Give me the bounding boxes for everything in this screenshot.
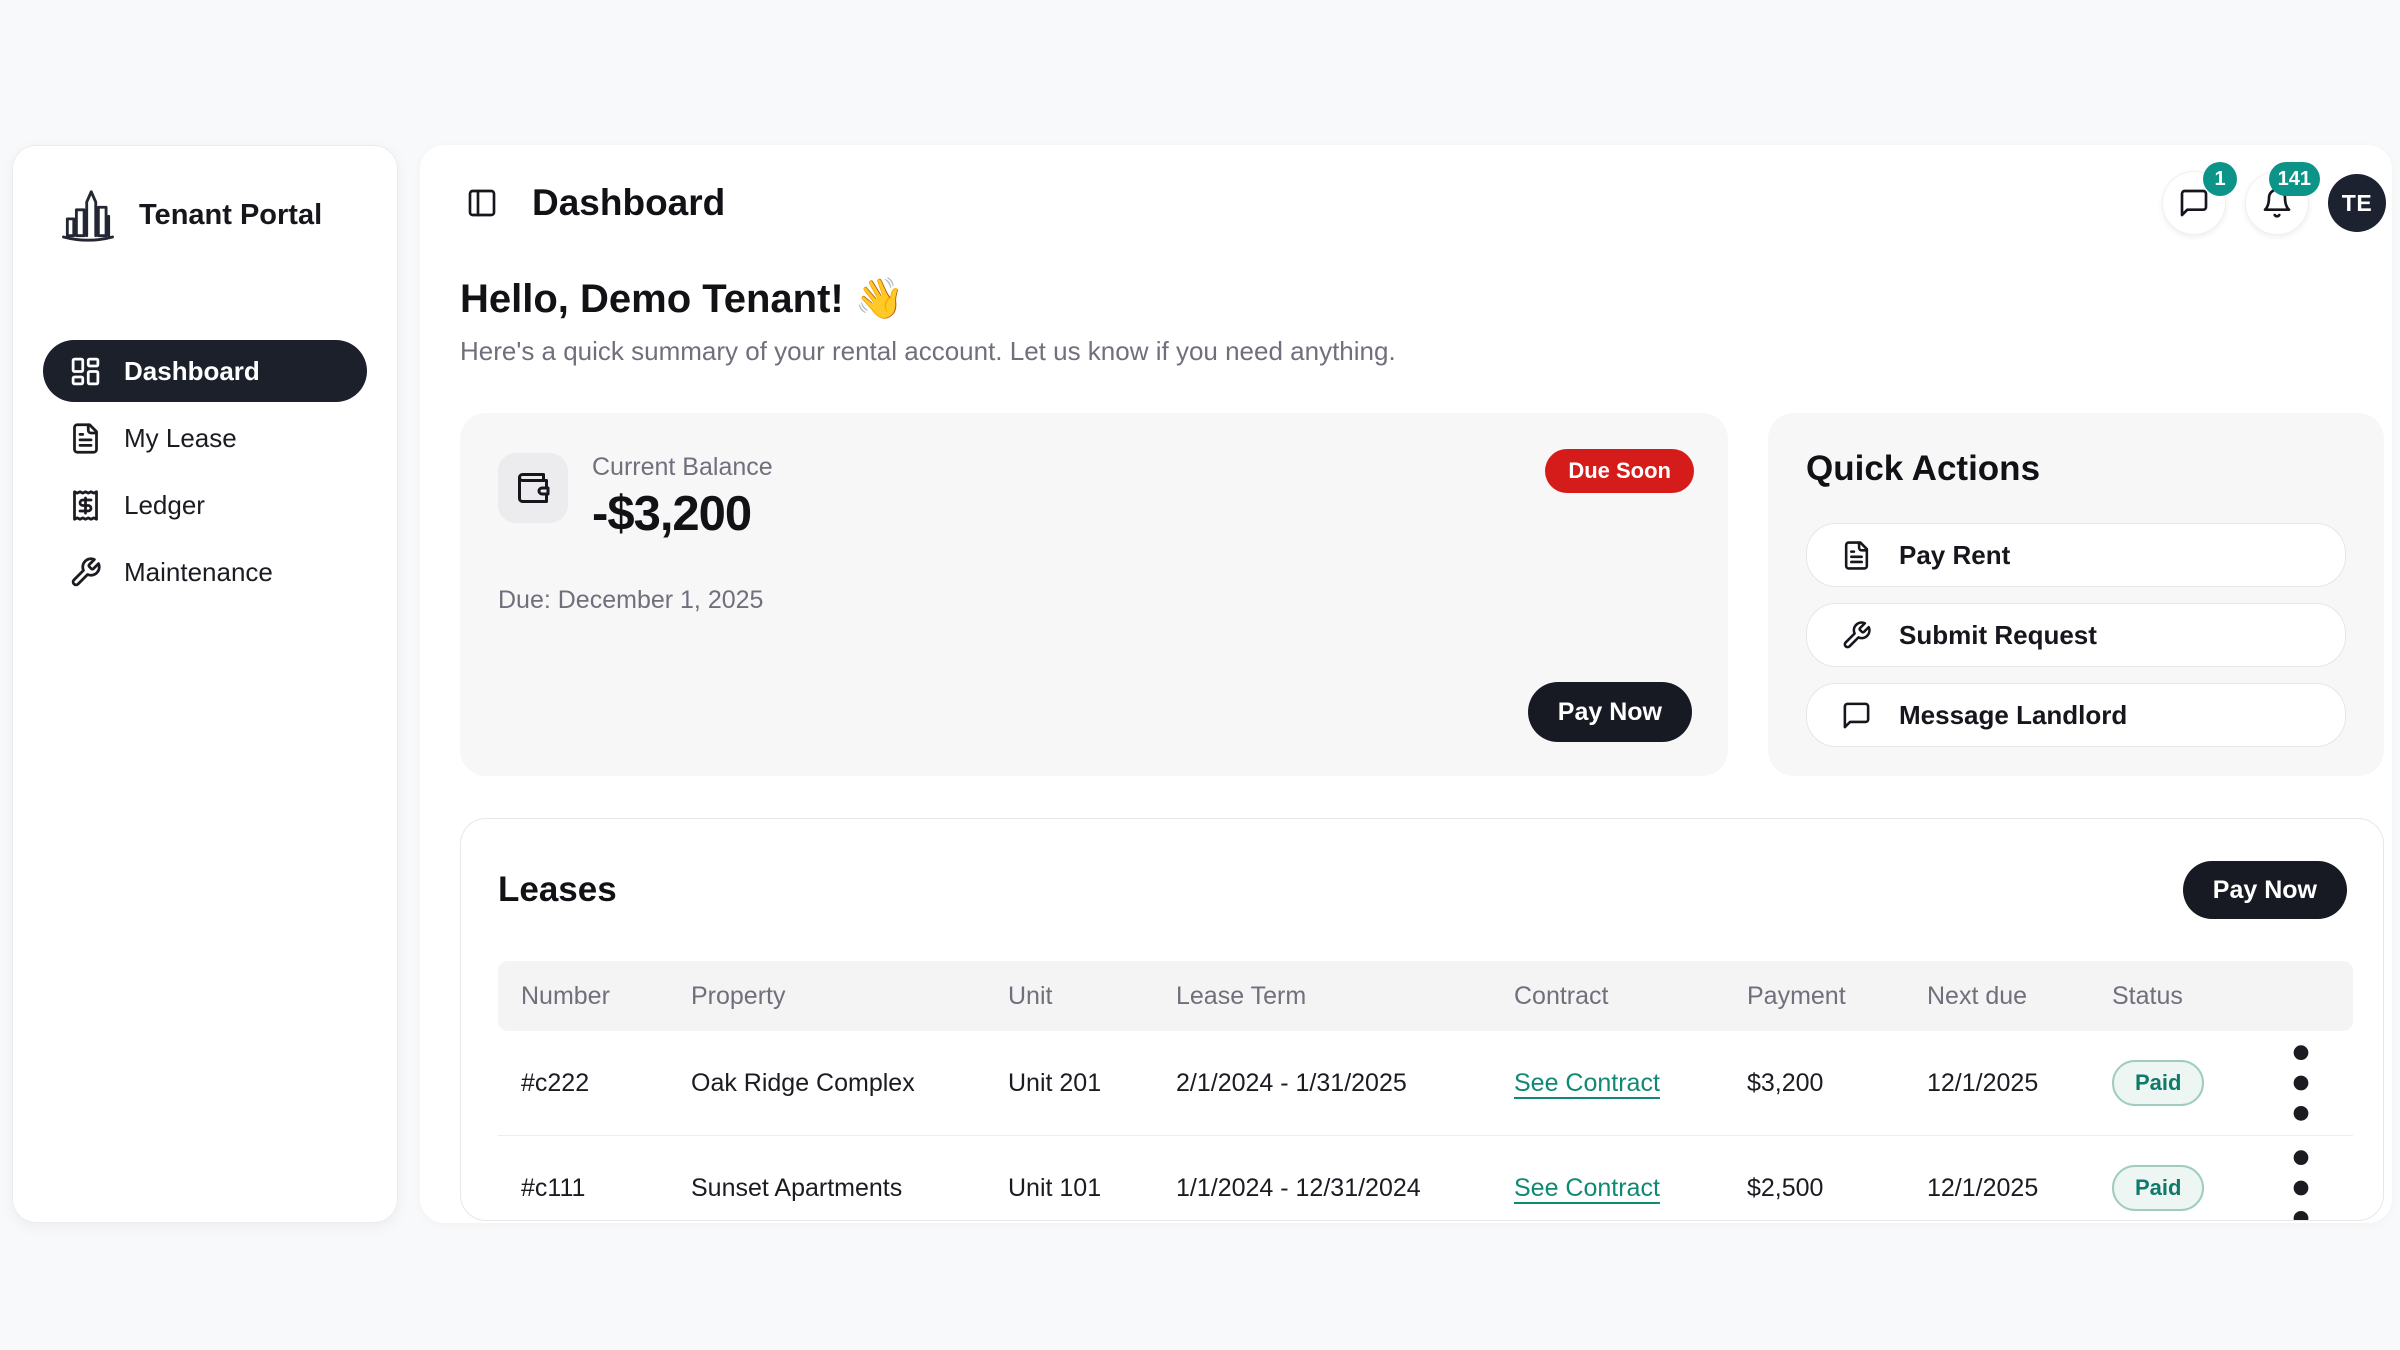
row-menu-kebab-icon[interactable] <box>2249 1136 2353 1221</box>
leases-table: Number Property Unit Lease Term Contract… <box>498 961 2353 1221</box>
status-badge: Paid <box>2112 1060 2204 1106</box>
submit-request-button[interactable]: Submit Request <box>1806 603 2346 667</box>
sidebar-nav: Dashboard My Lease Ledger <box>43 340 367 603</box>
lease-term: 2/1/2024 - 1/31/2025 <box>1153 1031 1491 1136</box>
lease-unit: Unit 101 <box>985 1136 1153 1222</box>
balance-top: Current Balance -$3,200 <box>498 453 1690 542</box>
balance-amount: -$3,200 <box>592 486 773 542</box>
message-square-icon <box>2178 187 2210 219</box>
greeting-text: Hello, Demo Tenant! <box>460 277 844 321</box>
sidebar-item-dashboard[interactable]: Dashboard <box>43 340 367 402</box>
submit-request-label: Submit Request <box>1899 620 2097 651</box>
quick-actions-title: Quick Actions <box>1806 449 2346 489</box>
lease-payment: $2,500 <box>1724 1136 1904 1222</box>
quick-actions-card: Quick Actions Pay Rent Submit Request <box>1768 413 2384 776</box>
layout-dashboard-icon <box>69 355 102 388</box>
file-text-icon <box>1841 540 1872 571</box>
brand: Tenant Portal <box>43 184 367 246</box>
lease-unit: Unit 201 <box>985 1031 1153 1136</box>
lease-next-due: 12/1/2025 <box>1904 1136 2089 1222</box>
pay-now-button[interactable]: Pay Now <box>1528 682 1692 742</box>
col-lease-term: Lease Term <box>1153 961 1491 1031</box>
see-contract-link[interactable]: See Contract <box>1514 1069 1660 1097</box>
message-landlord-button[interactable]: Message Landlord <box>1806 683 2346 747</box>
sidebar-item-label: Dashboard <box>124 356 260 387</box>
brand-name: Tenant Portal <box>139 199 322 232</box>
leases-pay-now-button[interactable]: Pay Now <box>2183 861 2347 919</box>
greeting-section: Hello, Demo Tenant! 👋 Here's a quick sum… <box>460 275 2352 367</box>
table-row: #c111 Sunset Apartments Unit 101 1/1/202… <box>498 1136 2353 1222</box>
greeting-title: Hello, Demo Tenant! 👋 <box>460 275 2352 322</box>
lease-property: Oak Ridge Complex <box>668 1031 985 1136</box>
wave-emoji: 👋 <box>855 277 905 321</box>
sidebar-item-label: Ledger <box>124 490 205 521</box>
leases-card: Leases Pay Now Number Property Unit Leas… <box>460 818 2384 1221</box>
sidebar-item-label: My Lease <box>124 423 237 454</box>
notifications-button[interactable]: 141 <box>2245 171 2309 235</box>
col-unit: Unit <box>985 961 1153 1031</box>
sidebar-item-ledger[interactable]: Ledger <box>43 474 367 536</box>
wrench-icon <box>69 556 102 589</box>
topbar-actions: 1 141 TE <box>2162 171 2386 235</box>
sidebar: Tenant Portal Dashboard My Lease <box>12 145 398 1223</box>
table-row: #c222 Oak Ridge Complex Unit 201 2/1/202… <box>498 1031 2353 1136</box>
sidebar-toggle-icon[interactable] <box>466 187 498 219</box>
leases-header: Leases Pay Now <box>498 861 2347 919</box>
city-buildings-logo-icon <box>57 184 119 246</box>
balance-info: Current Balance -$3,200 <box>592 453 773 542</box>
lease-number: #c222 <box>498 1031 668 1136</box>
due-soon-badge: Due Soon <box>1545 449 1694 493</box>
lease-payment: $3,200 <box>1724 1031 1904 1136</box>
page-title: Dashboard <box>532 182 725 224</box>
message-square-icon <box>1841 700 1872 731</box>
messages-button[interactable]: 1 <box>2162 171 2226 235</box>
sidebar-item-label: Maintenance <box>124 557 273 588</box>
col-payment: Payment <box>1724 961 1904 1031</box>
topbar: Dashboard 1 141 TE <box>420 145 2392 235</box>
notifications-count-badge: 141 <box>2269 162 2320 196</box>
row-menu-kebab-icon[interactable] <box>2249 1031 2353 1135</box>
col-actions <box>2249 961 2353 1031</box>
col-number: Number <box>498 961 668 1031</box>
pay-rent-button[interactable]: Pay Rent <box>1806 523 2346 587</box>
pay-rent-label: Pay Rent <box>1899 540 2010 571</box>
table-header-row: Number Property Unit Lease Term Contract… <box>498 961 2353 1031</box>
main-panel: Dashboard 1 141 TE Hello, Demo Tenant! 👋… <box>420 145 2392 1223</box>
balance-card: Current Balance -$3,200 Due Soon Due: De… <box>460 413 1728 776</box>
wallet-icon <box>515 470 551 506</box>
lease-next-due: 12/1/2025 <box>1904 1031 2089 1136</box>
receipt-icon <box>69 489 102 522</box>
status-badge: Paid <box>2112 1165 2204 1211</box>
due-date: Due: December 1, 2025 <box>498 586 1690 615</box>
summary-row: Current Balance -$3,200 Due Soon Due: De… <box>460 413 2384 776</box>
wrench-icon <box>1841 620 1872 651</box>
lease-term: 1/1/2024 - 12/31/2024 <box>1153 1136 1491 1222</box>
see-contract-link[interactable]: See Contract <box>1514 1174 1660 1202</box>
col-property: Property <box>668 961 985 1031</box>
wallet-icon-tile <box>498 453 568 523</box>
col-contract: Contract <box>1491 961 1724 1031</box>
sidebar-item-my-lease[interactable]: My Lease <box>43 407 367 469</box>
sidebar-item-maintenance[interactable]: Maintenance <box>43 541 367 603</box>
messages-count-badge: 1 <box>2203 162 2237 196</box>
col-status: Status <box>2089 961 2249 1031</box>
greeting-subtitle: Here's a quick summary of your rental ac… <box>460 336 2352 367</box>
balance-label: Current Balance <box>592 453 773 482</box>
col-next-due: Next due <box>1904 961 2089 1031</box>
message-landlord-label: Message Landlord <box>1899 700 2127 731</box>
leases-title: Leases <box>498 870 617 910</box>
file-text-icon <box>69 422 102 455</box>
lease-number: #c111 <box>498 1136 668 1222</box>
lease-property: Sunset Apartments <box>668 1136 985 1222</box>
avatar[interactable]: TE <box>2328 174 2386 232</box>
